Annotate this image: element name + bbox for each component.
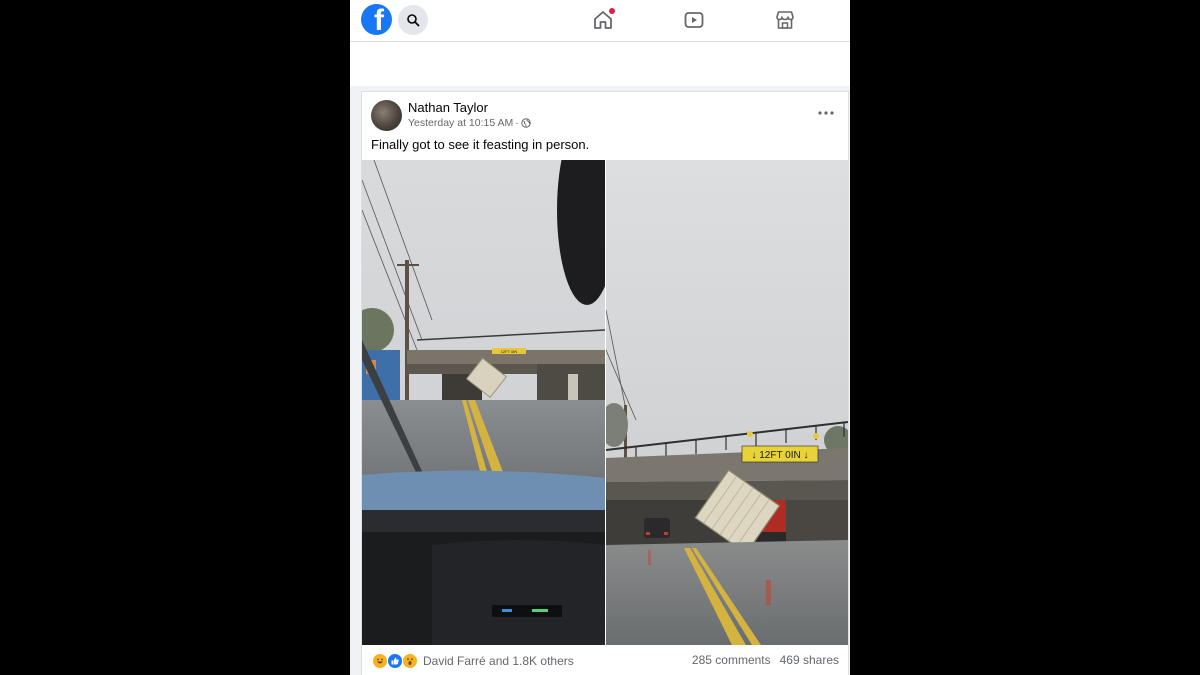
engagement-counts: 285 comments 469 shares xyxy=(692,653,839,667)
post-author[interactable]: Nathan Taylor xyxy=(408,100,488,115)
post-timestamp[interactable]: Yesterday at 10:15 AM xyxy=(408,117,513,129)
globe-icon xyxy=(521,118,531,128)
watch-tab[interactable] xyxy=(682,8,706,32)
right-clearance-sign: ↓ 12FT 0IN ↓ xyxy=(751,450,808,461)
photo-windshield-view[interactable]: 12FT 0IN xyxy=(362,160,605,645)
more-options-button[interactable] xyxy=(816,106,836,120)
logo-letter: f xyxy=(374,4,384,36)
wow-reaction-icon xyxy=(402,653,418,669)
notification-dot xyxy=(609,8,615,14)
post-card: Nathan Taylor Yesterday at 10:15 AM · Fi… xyxy=(361,91,849,675)
comments-count[interactable]: 285 comments xyxy=(692,653,771,667)
reactions-summary[interactable]: David Farré and 1.8K others xyxy=(372,653,574,669)
like-reaction-icon xyxy=(387,653,403,669)
reactions-text: David Farré and 1.8K others xyxy=(423,654,574,668)
top-navigation-bar: f xyxy=(350,0,850,42)
composer-area xyxy=(350,42,850,86)
marketplace-tab[interactable] xyxy=(773,8,797,32)
marketplace-icon xyxy=(776,11,794,29)
windshield-photo-art: 12FT 0IN xyxy=(362,160,605,645)
facebook-logo[interactable]: f xyxy=(361,4,392,35)
left-clearance-sign: 12FT 0IN xyxy=(501,349,518,354)
meta-separator: · xyxy=(515,117,519,129)
more-options-icon xyxy=(818,111,834,115)
facebook-mobile-view: f Nathan Taylor Yesterday at 10:15 AM · … xyxy=(350,0,850,675)
search-button[interactable] xyxy=(398,5,428,35)
bridge-photo-art: ↓ 12FT 0IN ↓ xyxy=(606,160,848,645)
post-meta: Yesterday at 10:15 AM · xyxy=(408,117,531,129)
post-caption: Finally got to see it feasting in person… xyxy=(371,137,590,152)
avatar[interactable] xyxy=(371,100,402,131)
watch-icon xyxy=(684,12,704,28)
search-icon xyxy=(407,14,420,27)
haha-reaction-icon xyxy=(372,653,388,669)
shares-count[interactable]: 469 shares xyxy=(780,653,839,667)
photo-truck-under-bridge[interactable]: ↓ 12FT 0IN ↓ xyxy=(606,160,848,645)
